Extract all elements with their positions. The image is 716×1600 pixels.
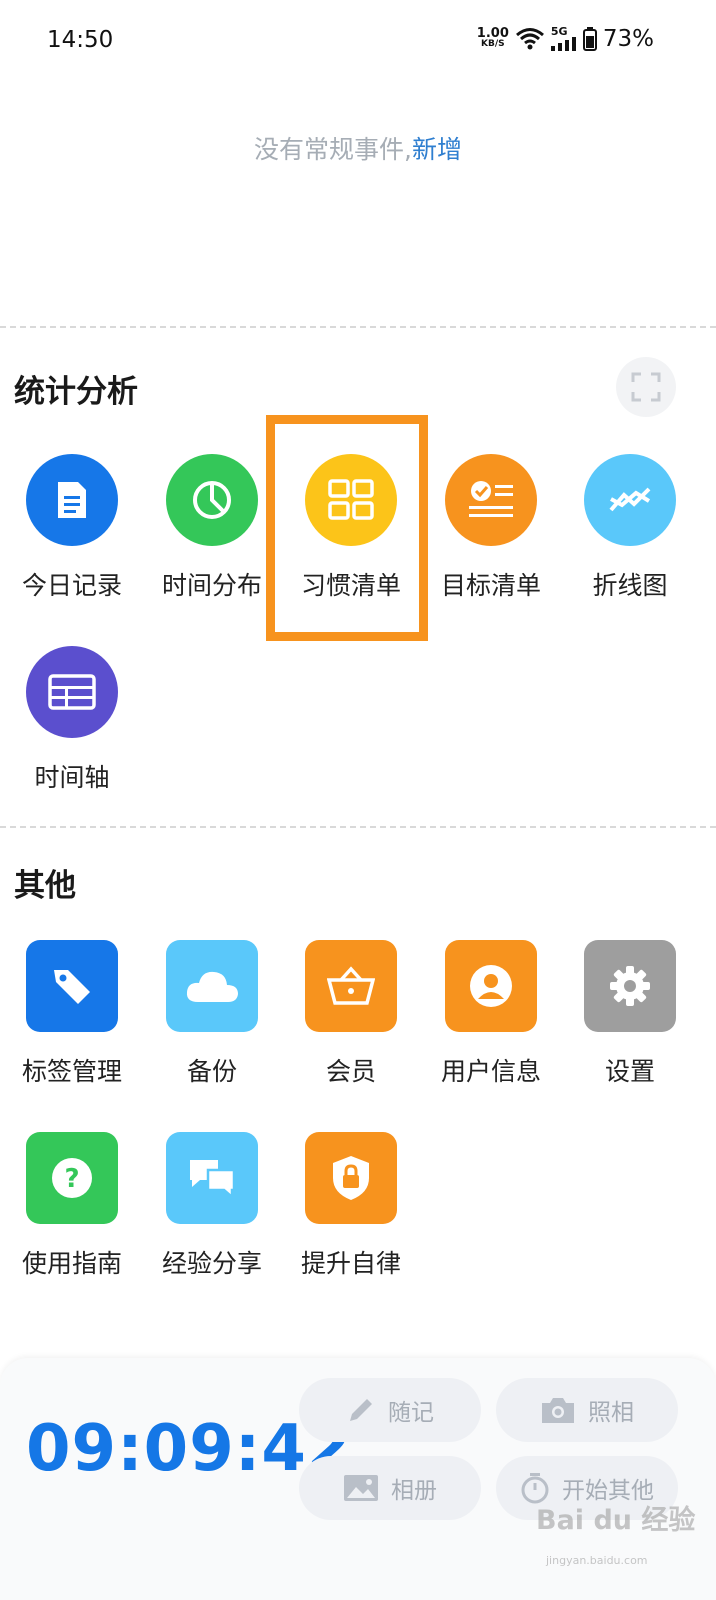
stats-section-title: 统计分析: [14, 374, 138, 410]
highlight-box: [266, 415, 428, 641]
add-event-link[interactable]: 新增: [412, 135, 462, 164]
wifi-icon: [515, 28, 544, 50]
battery-icon: [582, 27, 597, 51]
section-divider: [0, 326, 716, 328]
other-item-backup[interactable]: 备份: [141, 940, 283, 1100]
chat-icon: [166, 1132, 258, 1224]
basket-icon: [305, 940, 397, 1032]
battery-percent: 73%: [602, 26, 654, 52]
pie-chart-icon: [166, 454, 258, 546]
quick-note-button[interactable]: 随记: [299, 1378, 481, 1442]
other-section-title: 其他: [14, 868, 76, 904]
stats-item-timeline[interactable]: 时间轴: [1, 646, 143, 806]
empty-events-message: 没有常规事件,新增: [254, 135, 462, 164]
status-bar: 14:50 1.00 KB/S 5G 73%: [0, 0, 716, 82]
checklist-icon: [445, 454, 537, 546]
status-indicators: 1.00 KB/S 5G 73%: [477, 26, 654, 52]
other-item-self-discipline[interactable]: 提升自律: [280, 1132, 422, 1292]
stats-item-today-record[interactable]: 今日记录: [1, 454, 143, 614]
status-time: 14:50: [47, 27, 114, 53]
expand-icon: [631, 372, 661, 402]
document-icon: [26, 454, 118, 546]
expand-button[interactable]: [616, 357, 676, 417]
cell-signal: 5G: [550, 26, 577, 51]
other-item-user-info[interactable]: 用户信息: [420, 940, 562, 1100]
other-item-guide[interactable]: ? 使用指南: [1, 1132, 143, 1292]
other-item-settings[interactable]: 设置: [559, 940, 701, 1100]
stats-item-goal-list[interactable]: 目标清单: [420, 454, 562, 614]
table-icon: [26, 646, 118, 738]
image-icon: [344, 1475, 378, 1501]
signal-icon: [550, 37, 576, 51]
other-item-tag-manage[interactable]: 标签管理: [1, 940, 143, 1100]
tag-icon: [26, 940, 118, 1032]
user-icon: [445, 940, 537, 1032]
watermark: Bai du 经验 jingyan.baidu.com: [536, 1505, 696, 1567]
other-item-member[interactable]: 会员: [280, 940, 422, 1100]
other-item-experience-share[interactable]: 经验分享: [141, 1132, 283, 1292]
trend-line-icon: [584, 454, 676, 546]
camera-icon: [542, 1398, 574, 1423]
svg-text:?: ?: [64, 1164, 79, 1194]
section-divider: [0, 826, 716, 828]
pencil-icon: [350, 1399, 372, 1421]
stats-item-time-distribution[interactable]: 时间分布: [141, 454, 283, 614]
help-icon: ?: [26, 1132, 118, 1224]
camera-button[interactable]: 照相: [496, 1378, 678, 1442]
album-button[interactable]: 相册: [299, 1456, 481, 1520]
lock-shield-icon: [305, 1132, 397, 1224]
gear-icon: [584, 940, 676, 1032]
net-speed: 1.00 KB/S: [476, 26, 509, 49]
cloud-icon: [166, 940, 258, 1032]
stats-item-line-chart[interactable]: 折线图: [559, 454, 701, 614]
